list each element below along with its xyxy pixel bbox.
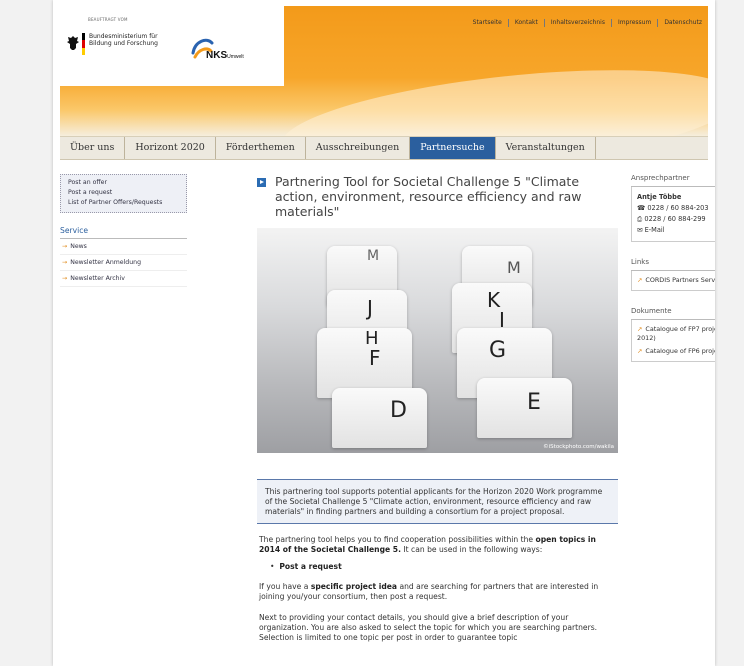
header-banner: BEAUFTRAGT VOM Bundesministerium für Bil… <box>60 6 708 136</box>
nav-tab-partnersuche[interactable]: Partnersuche <box>410 137 496 159</box>
tab-letter-i: I <box>499 308 505 332</box>
partner-links-box: Post an offer Post a request List of Par… <box>60 174 187 213</box>
top-navigation: Startseite Kontakt Inhaltsverzeichnis Im… <box>467 19 702 27</box>
left-sidebar: Post an offer Post a request List of Par… <box>60 174 187 287</box>
documents-box: ↗Catalogue of FP7 projects (2007-2012) ↗… <box>631 320 715 362</box>
documents-heading: Dokumente <box>631 307 715 320</box>
nav-tab-horizont-2020[interactable]: Horizont 2020 <box>125 137 216 159</box>
intro-box: This partnering tool supports potential … <box>257 479 618 524</box>
service-item-newsletter-anmeldung[interactable]: → Newsletter Anmeldung <box>60 255 187 271</box>
topnav-impressum[interactable]: Impressum <box>612 19 659 27</box>
tab-letter-d: D <box>390 398 407 423</box>
contact-heading: Ansprechpartner <box>631 174 715 187</box>
paragraph-specific-idea: If you have a specific project idea and … <box>259 582 599 601</box>
file-tabs-photo: J K I H F G D E M M ©iStockphoto.com/wak… <box>257 228 618 453</box>
main-content: Partnering Tool for Societal Challenge 5… <box>257 174 618 643</box>
tab-letter-e: E <box>527 390 541 415</box>
bmbf-logo-text[interactable]: Bundesministerium für Bildung und Forsch… <box>89 33 159 47</box>
topnav-kontakt[interactable]: Kontakt <box>509 19 545 27</box>
service-item-newsletter-archiv[interactable]: → Newsletter Archiv <box>60 271 187 287</box>
tab-letter-g: G <box>489 338 507 363</box>
title-arrow-icon <box>257 178 266 187</box>
page-background-right <box>715 0 744 666</box>
contact-email[interactable]: ✉ E-Mail <box>637 225 715 236</box>
main-navigation: Über uns Horizont 2020 Förderthemen Auss… <box>60 136 708 160</box>
link-cordis-partners[interactable]: ↗CORDIS Partners Service <box>637 276 715 285</box>
link-post-request[interactable]: Post a request <box>61 188 186 198</box>
page-title-wrap: Partnering Tool for Societal Challenge 5… <box>257 174 618 219</box>
doc-fp6-catalogue[interactable]: ↗Catalogue of FP6 projects <box>637 347 715 356</box>
arrow-right-icon: → <box>62 259 68 266</box>
nav-tab-ueber-uns[interactable]: Über uns <box>60 137 126 159</box>
eagle-icon <box>67 36 79 50</box>
tab-letter-m-faded: M <box>367 248 380 264</box>
tab-letter-m: M <box>507 258 521 277</box>
arrow-right-icon: → <box>62 275 68 282</box>
logo-area: BEAUFTRAGT VOM Bundesministerium für Bil… <box>60 6 284 86</box>
german-flag-icon <box>82 33 85 55</box>
paragraph-how-it-helps: The partnering tool helps you to find co… <box>259 535 596 554</box>
arrow-right-icon: → <box>62 243 68 250</box>
nks-logo-text[interactable]: NKSUmwelt <box>206 50 244 61</box>
topnav-datenschutz[interactable]: Datenschutz <box>658 19 702 27</box>
external-link-icon: ↗ <box>637 276 643 284</box>
link-list-offers-requests[interactable]: List of Partner Offers/Requests <box>61 198 186 208</box>
doc-fp7-catalogue[interactable]: ↗Catalogue of FP7 projects (2007-2012) <box>637 325 715 343</box>
contact-name: Antje Többe <box>637 193 682 201</box>
fax-icon: ⎙ <box>637 215 643 223</box>
photo-credit: ©iStockphoto.com/wakila <box>543 444 614 450</box>
bullet-post-request: • Post a request <box>270 562 342 571</box>
topnav-inhaltsverzeichnis[interactable]: Inhaltsverzeichnis <box>545 19 612 27</box>
contact-fax: ⎙ 0228 / 60 884-299 <box>637 215 706 223</box>
contact-phone: ☎ 0228 / 60 884-203 <box>637 204 709 212</box>
service-heading: Service <box>60 224 187 239</box>
page: BEAUFTRAGT VOM Bundesministerium für Bil… <box>53 0 715 666</box>
page-title: Partnering Tool for Societal Challenge 5… <box>275 174 582 219</box>
service-item-news[interactable]: → News <box>60 239 187 255</box>
header-swoosh-decoration <box>276 52 708 136</box>
external-link-icon: ↗ <box>637 347 643 355</box>
nav-tab-veranstaltungen[interactable]: Veranstaltungen <box>496 137 596 159</box>
nav-tab-foerderthemen[interactable]: Förderthemen <box>216 137 306 159</box>
contact-box: Antje Többe ☎ 0228 / 60 884-203 ⎙ 0228 /… <box>631 187 715 242</box>
links-heading: Links <box>631 258 715 271</box>
links-box: ↗CORDIS Partners Service <box>631 271 715 291</box>
page-background-left <box>0 0 53 666</box>
nav-tab-ausschreibungen[interactable]: Ausschreibungen <box>306 137 411 159</box>
mail-icon: ✉ <box>637 226 643 234</box>
topnav-startseite[interactable]: Startseite <box>467 19 509 27</box>
logo-small-text: BEAUFTRAGT VOM <box>88 17 128 22</box>
right-sidebar: Ansprechpartner Antje Többe ☎ 0228 / 60 … <box>631 174 715 362</box>
tab-letter-f: F <box>369 346 381 370</box>
link-post-offer[interactable]: Post an offer <box>61 178 186 188</box>
phone-icon: ☎ <box>637 204 646 212</box>
tab-letter-j: J <box>367 296 373 320</box>
paragraph-contact-details: Next to providing your contact details, … <box>259 613 598 642</box>
external-link-icon: ↗ <box>637 325 643 333</box>
